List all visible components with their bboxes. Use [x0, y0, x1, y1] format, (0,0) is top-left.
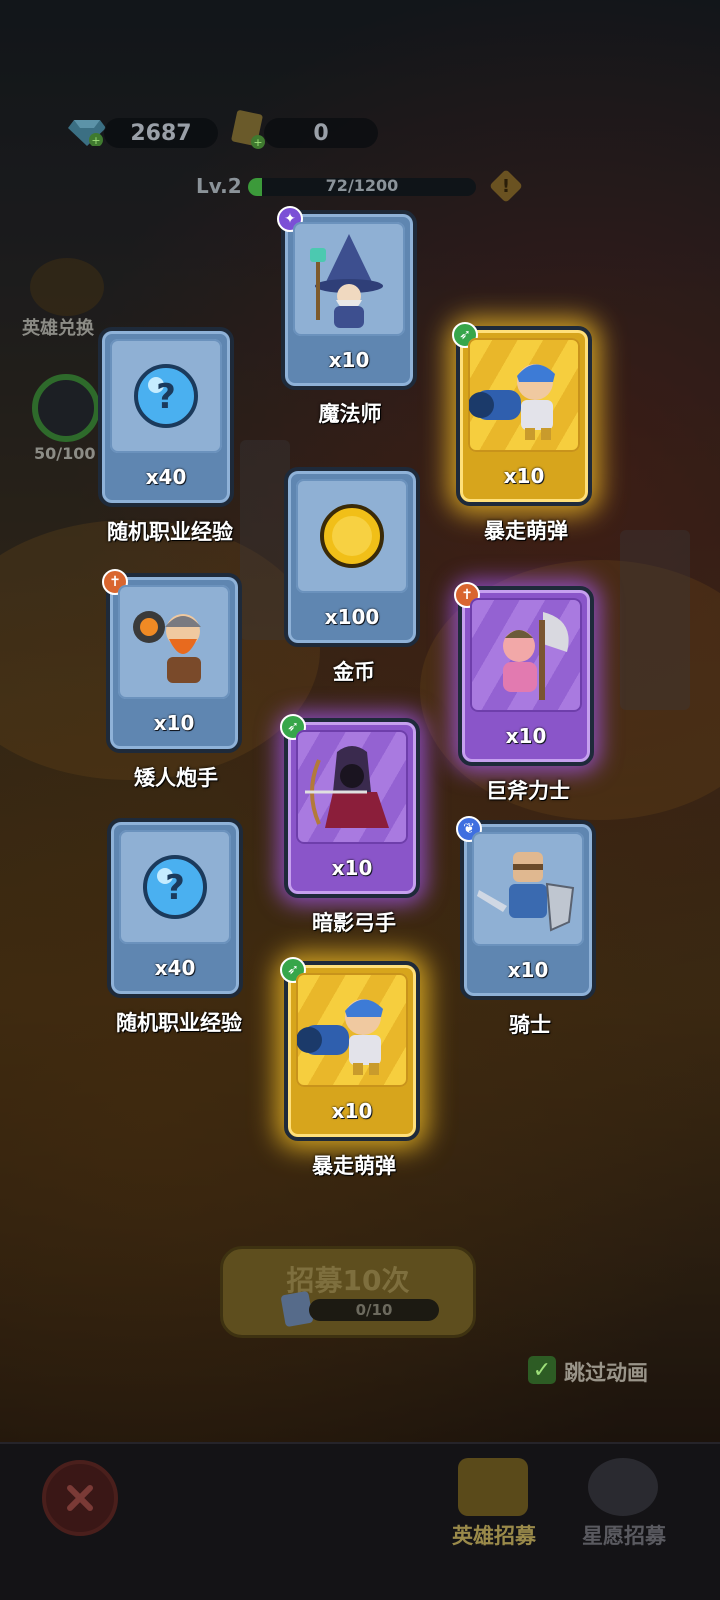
- card-name: 暴走萌弹: [484, 519, 568, 543]
- card-qty: x10: [331, 1099, 373, 1123]
- card-name: 巨斧力士: [486, 779, 570, 803]
- card-qty: x10: [153, 711, 195, 735]
- svg-text:+: +: [253, 136, 262, 149]
- skip-animation-label: 跳过动画: [564, 1361, 648, 1385]
- recruit-10-button[interactable]: 招募10次 0/10: [220, 1246, 476, 1338]
- star-wish-icon: [588, 1458, 658, 1516]
- close-icon: [67, 1485, 93, 1511]
- card-name: 暴走萌弹: [312, 1154, 396, 1178]
- shadow-archer-portrait: [296, 730, 408, 844]
- tab-star-wish[interactable]: 星愿招募: [554, 1458, 694, 1568]
- skip-animation-checkbox[interactable]: ✓: [528, 1356, 556, 1384]
- card-name: 魔法师: [318, 402, 382, 426]
- tab-star-wish-label: 星愿招募: [582, 1524, 666, 1548]
- ticket-counter: 0: [264, 118, 378, 148]
- card-qty: x10: [331, 856, 373, 880]
- recruit-label: 招募10次: [286, 1264, 410, 1297]
- card-name: 骑士: [509, 1013, 551, 1037]
- card-name: 暗影弓手: [312, 911, 396, 935]
- reward-card[interactable]: ? x40: [98, 327, 234, 507]
- svg-text:?: ?: [156, 377, 176, 417]
- xp-text: 72/1200: [325, 176, 399, 195]
- hero-recruit-icon: [458, 1458, 528, 1516]
- dwarf-portrait: [118, 585, 230, 699]
- reward-card[interactable]: x100: [284, 467, 420, 647]
- tab-hero-recruit[interactable]: 英雄招募: [424, 1458, 564, 1568]
- card-qty: x10: [507, 958, 549, 982]
- star-progress-ring[interactable]: [32, 374, 100, 442]
- hero-exchange-label: 英雄兑换: [22, 318, 94, 339]
- mystery-orb-icon: ?: [110, 339, 222, 453]
- gem-icon: +: [68, 120, 106, 146]
- mystery-orb-icon: ?: [119, 830, 231, 944]
- card-qty: x10: [328, 348, 370, 372]
- recruit-progress-text: 0/10: [355, 1301, 393, 1319]
- reward-card[interactable]: ➶ x10: [280, 714, 420, 898]
- ticket-icon: +: [231, 110, 265, 149]
- warning-icon[interactable]: !: [488, 168, 524, 204]
- reward-card[interactable]: ➶ x10: [280, 957, 420, 1141]
- reward-card[interactable]: ➶ x10: [452, 322, 592, 506]
- card-name: 随机职业经验: [116, 1011, 242, 1035]
- gold-coin-icon: [296, 479, 408, 593]
- reward-card[interactable]: ✝ x10: [454, 582, 594, 766]
- card-name: 金币: [333, 660, 375, 684]
- tab-hero-recruit-label: 英雄招募: [452, 1524, 536, 1548]
- knight-portrait: [472, 832, 584, 946]
- wizard-portrait: [293, 222, 405, 336]
- svg-text:+: +: [91, 134, 100, 146]
- level-label: Lv.2: [196, 174, 242, 198]
- cannon-kid-portrait: [468, 338, 580, 452]
- reward-card[interactable]: ? x40: [107, 818, 243, 998]
- card-qty: x40: [145, 465, 187, 489]
- star-progress-label: 50/100: [34, 444, 96, 463]
- card-name: 随机职业经验: [107, 520, 233, 544]
- svg-text:?: ?: [165, 868, 185, 908]
- card-qty: x10: [503, 464, 545, 488]
- cannon-kid-portrait: [296, 973, 408, 1087]
- close-button[interactable]: [42, 1460, 118, 1536]
- card-qty: x100: [324, 605, 380, 629]
- card-qty: x10: [505, 724, 547, 748]
- reward-card[interactable]: ❦ x10: [456, 816, 596, 1000]
- ticket-count: 0: [313, 120, 329, 146]
- card-name: 矮人炮手: [134, 766, 218, 790]
- gem-count: 2687: [130, 120, 192, 146]
- reward-card[interactable]: ✝ x10: [102, 569, 242, 753]
- card-qty: x40: [154, 956, 196, 980]
- hero-exchange-button[interactable]: [30, 258, 104, 316]
- axe-warrior-portrait: [470, 598, 582, 712]
- gem-counter: 2687: [104, 118, 218, 148]
- reward-card[interactable]: ✦ x10: [277, 206, 417, 390]
- svg-text:!: !: [502, 176, 510, 197]
